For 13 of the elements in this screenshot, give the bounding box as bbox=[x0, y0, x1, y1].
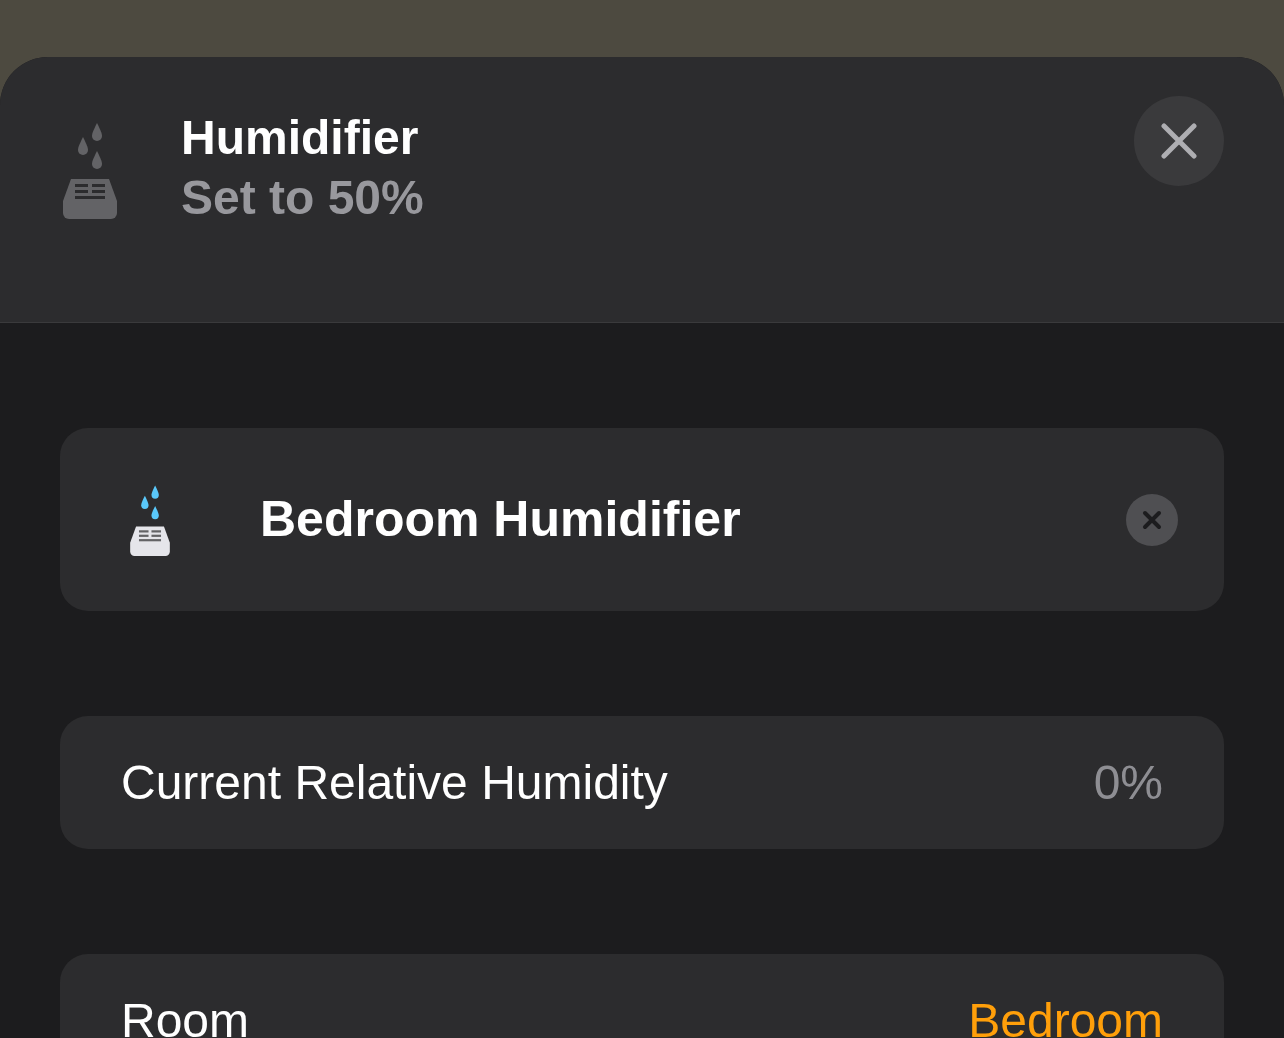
row-label: Room bbox=[121, 992, 250, 1038]
settings-row[interactable]: Room Bedroom bbox=[60, 954, 1224, 1038]
row-value: 0% bbox=[1093, 754, 1163, 811]
clear-icon bbox=[1142, 509, 1162, 530]
settings-row[interactable]: Current Relative Humidity 0% bbox=[60, 716, 1224, 849]
accessory-name: Bedroom Humidifier bbox=[260, 490, 741, 549]
row-value: Bedroom bbox=[968, 992, 1163, 1038]
close-icon bbox=[1161, 123, 1197, 159]
subtitle: Set to 50% bbox=[181, 170, 424, 226]
humidifier-icon bbox=[130, 483, 170, 556]
row-label: Current Relative Humidity bbox=[121, 754, 668, 811]
title: Humidifier bbox=[181, 110, 420, 166]
humidifier-icon bbox=[63, 121, 117, 219]
